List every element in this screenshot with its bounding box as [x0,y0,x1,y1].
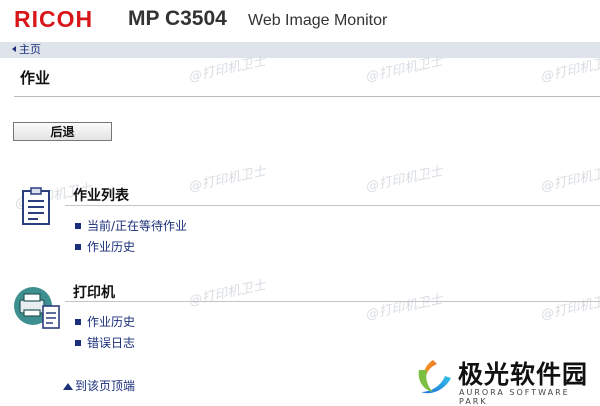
home-link[interactable]: 主页 [12,42,41,58]
link-label: 作业历史 [87,240,136,254]
model-name: MP C3504 [128,7,227,30]
link-label: 作业历史 [87,315,136,329]
watermark: @打印机卫士 [539,292,600,323]
aurora-logo-icon [418,360,451,394]
watermark: @打印机卫士 [187,164,268,195]
bullet-icon [75,340,81,346]
product-name: Web Image Monitor [248,12,388,29]
watermark: @打印机卫士 [539,164,600,195]
section-title-printer: 打印机 [73,285,115,301]
aurora-software-park-logo: 极光软件园 AURORA SOFTWARE PARK [401,352,600,406]
breadcrumb-bar: 主页 [0,42,600,58]
back-to-top-label: 到该页顶端 [75,379,136,393]
job-list-icon [22,187,50,225]
back-to-top-link[interactable]: 到该页顶端 [63,377,135,394]
link-error-log[interactable]: 错误日志 [75,334,135,351]
link-job-history[interactable]: 作业历史 [75,238,135,255]
back-button[interactable]: 后退 [13,122,112,141]
header: RICOH MP C3504 Web Image Monitor [0,0,600,42]
home-link-label: 主页 [19,43,41,56]
page-title: 作业 [20,69,51,87]
bullet-icon [75,319,81,325]
left-arrow-icon [12,46,16,52]
link-label: 当前/正在等待作业 [87,219,188,233]
ricoh-logo: RICOH [14,6,94,32]
divider [14,96,600,97]
aurora-logo-english: AURORA SOFTWARE PARK [459,388,570,406]
link-printer-job-history[interactable]: 作业历史 [75,313,135,330]
aurora-logo-name: 极光软件园 [458,360,589,389]
up-arrow-icon [63,383,73,390]
section-divider [65,301,600,302]
bullet-icon [75,244,81,250]
watermark: @打印机卫士 [364,292,445,323]
link-current-jobs[interactable]: 当前/正在等待作业 [75,217,187,234]
bullet-icon [75,223,81,229]
printer-icon [14,287,60,329]
watermark: @打印机卫士 [364,164,445,195]
link-label: 错误日志 [87,336,136,350]
section-divider [65,205,600,206]
section-title-job-list: 作业列表 [73,188,129,204]
watermark: @打印机卫士 [187,278,268,309]
